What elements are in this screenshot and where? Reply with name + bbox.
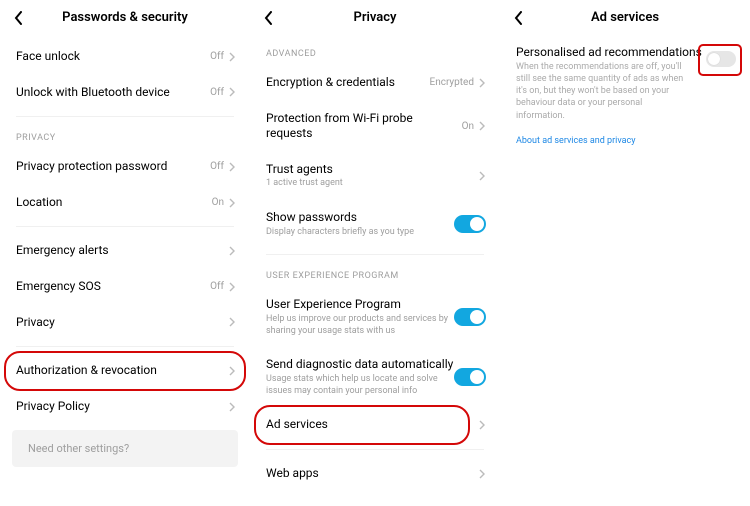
label: Privacy Policy — [16, 399, 228, 415]
toggle-diagnostic[interactable] — [454, 368, 486, 386]
label: Face unlock — [16, 49, 210, 65]
highlight-ring — [698, 44, 742, 76]
value: Off — [210, 161, 224, 172]
value: Encrypted — [430, 77, 474, 88]
row-privacy-policy[interactable]: Privacy Policy — [0, 389, 250, 425]
divider — [266, 254, 484, 255]
row-wifi-probe[interactable]: Protection from Wi-Fi probe requests On — [250, 101, 500, 152]
chevron-right-icon — [228, 281, 236, 293]
label: Authorization & revocation — [16, 363, 228, 379]
label: Privacy — [16, 315, 228, 331]
panel-privacy: Privacy ADVANCED Encryption & credential… — [250, 0, 500, 506]
label: Location — [16, 195, 212, 211]
label: Protection from Wi-Fi probe requests — [266, 111, 462, 142]
label: Emergency SOS — [16, 279, 210, 295]
label: Show passwords — [266, 210, 454, 226]
panel-passwords-security: Passwords & security Face unlock Off Unl… — [0, 0, 250, 506]
divider — [266, 449, 484, 450]
label: Emergency alerts — [16, 243, 228, 259]
page-title: Passwords & security — [12, 10, 238, 25]
row-privacy[interactable]: Privacy — [0, 305, 250, 341]
chevron-right-icon — [228, 197, 236, 209]
row-emergency-sos[interactable]: Emergency SOS Off — [0, 269, 250, 305]
link-about-ad-services[interactable]: About ad services and privacy — [500, 122, 651, 146]
page-title: Privacy — [262, 10, 488, 25]
row-emergency-alerts[interactable]: Emergency alerts — [0, 233, 250, 269]
row-send-diagnostic[interactable]: Send diagnostic data automatically Usage… — [250, 347, 500, 407]
chevron-right-icon — [228, 51, 236, 63]
toggle-show-passwords[interactable] — [454, 215, 486, 233]
label: Privacy protection password — [16, 159, 210, 175]
divider — [16, 346, 234, 347]
chevron-right-icon — [478, 120, 486, 132]
chevron-right-icon — [478, 468, 486, 480]
header: Passwords & security — [0, 0, 250, 39]
value: On — [212, 197, 224, 208]
section-header-uep: USER EXPERIENCE PROGRAM — [250, 261, 500, 287]
divider — [16, 116, 234, 117]
sublabel: 1 active trust agent — [266, 178, 478, 190]
row-show-passwords[interactable]: Show passwords Display characters briefl… — [250, 200, 500, 248]
toggle-uep[interactable] — [454, 308, 486, 326]
chevron-right-icon — [228, 401, 236, 413]
row-privacy-protection-password[interactable]: Privacy protection password Off — [0, 149, 250, 185]
value: Off — [210, 281, 224, 292]
label: Trust agents — [266, 162, 478, 178]
page-title: Ad services — [512, 10, 738, 25]
divider — [16, 226, 234, 227]
label: Unlock with Bluetooth device — [16, 85, 210, 101]
label: User Experience Program — [266, 297, 454, 313]
label: Web apps — [266, 466, 478, 482]
chevron-right-icon — [478, 77, 486, 89]
label: Encryption & credentials — [266, 75, 430, 91]
chevron-right-icon — [228, 245, 236, 257]
row-web-apps[interactable]: Web apps — [250, 456, 500, 492]
section-header-advanced: ADVANCED — [250, 39, 500, 65]
panel-ad-services: Ad services Personalised ad recommendati… — [500, 0, 750, 506]
row-face-unlock[interactable]: Face unlock Off — [0, 39, 250, 75]
header: Ad services — [500, 0, 750, 39]
chevron-right-icon — [228, 365, 236, 377]
value: Off — [210, 51, 224, 62]
row-encryption-credentials[interactable]: Encryption & credentials Encrypted — [250, 65, 500, 101]
row-location[interactable]: Location On — [0, 185, 250, 221]
row-user-experience-program[interactable]: User Experience Program Help us improve … — [250, 287, 500, 347]
chevron-right-icon — [478, 419, 486, 431]
row-bluetooth-unlock[interactable]: Unlock with Bluetooth device Off — [0, 75, 250, 111]
row-trust-agents[interactable]: Trust agents 1 active trust agent — [250, 152, 500, 200]
value: Off — [210, 87, 224, 98]
row-ad-services[interactable]: Ad services — [250, 407, 500, 443]
label: Ad services — [266, 417, 478, 433]
value: On — [462, 121, 474, 132]
sublabel: Display characters briefly as you type — [266, 227, 454, 239]
chevron-right-icon — [228, 316, 236, 328]
chevron-right-icon — [478, 170, 486, 182]
header: Privacy — [250, 0, 500, 39]
chevron-right-icon — [228, 86, 236, 98]
section-header-privacy: PRIVACY — [0, 123, 250, 149]
sublabel: Help us improve our products and service… — [266, 314, 454, 337]
row-authorization-revocation[interactable]: Authorization & revocation — [0, 353, 250, 389]
footer-search[interactable]: Need other settings? — [12, 430, 238, 467]
sublabel: Usage stats which help us locate and sol… — [266, 374, 454, 397]
label: Send diagnostic data automatically — [266, 357, 454, 373]
chevron-right-icon — [228, 161, 236, 173]
